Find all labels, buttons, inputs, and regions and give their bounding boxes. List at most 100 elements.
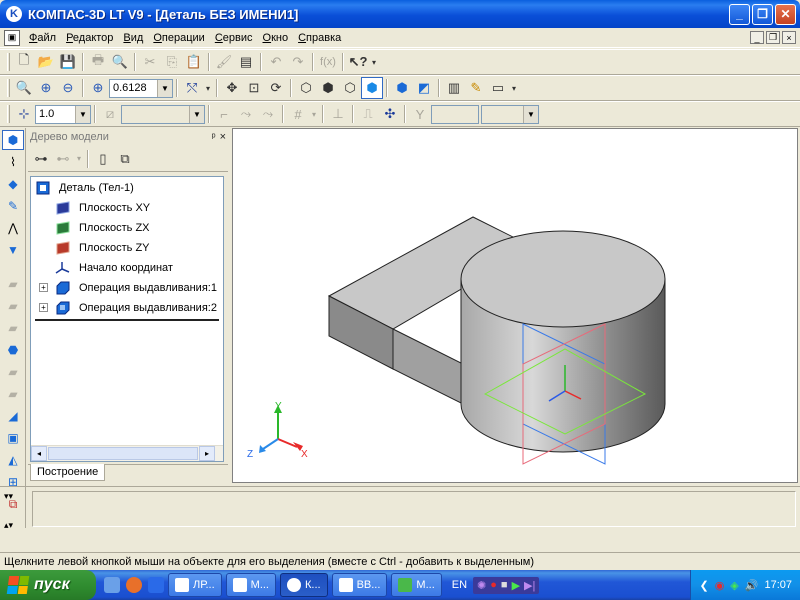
- layer-icon[interactable]: ⧄: [99, 103, 121, 125]
- pan-icon[interactable]: ✥: [221, 77, 243, 99]
- aux-geometry-icon[interactable]: ⋀: [2, 218, 24, 238]
- firefox-icon[interactable]: [126, 577, 142, 593]
- chevron-down-icon[interactable]: ▾: [203, 77, 213, 99]
- tree-structure-icon[interactable]: ⊶: [30, 148, 52, 170]
- cursor-step-icon[interactable]: ⊹: [13, 103, 35, 125]
- x-coord-field[interactable]: [431, 104, 479, 124]
- mdi-close-button[interactable]: ×: [782, 31, 796, 44]
- spatial-curves-icon[interactable]: ⌇: [2, 152, 24, 172]
- stop-icon[interactable]: ■: [501, 579, 508, 591]
- tree-item-plane-xy[interactable]: Плоскость XY: [55, 199, 150, 217]
- perspective-icon[interactable]: ◩: [413, 77, 435, 99]
- start-button[interactable]: пуск: [0, 570, 96, 600]
- shaded-icon[interactable]: ⬢: [361, 77, 383, 99]
- snap-icon[interactable]: ⤳: [235, 103, 257, 125]
- mdi-minimize-button[interactable]: _: [750, 31, 764, 44]
- zoom-window-icon[interactable]: 🔍: [13, 77, 35, 99]
- maximize-button[interactable]: ❐: [752, 3, 773, 25]
- chevron-down-icon[interactable]: ▼: [75, 105, 90, 123]
- pin-icon[interactable]: ᵖ: [212, 132, 216, 143]
- properties-icon[interactable]: ▤: [235, 51, 257, 73]
- mdi-restore-button[interactable]: ❐: [766, 31, 780, 44]
- surfaces-icon[interactable]: ◆: [2, 174, 24, 194]
- taskbar-task[interactable]: ЛР...: [168, 573, 222, 597]
- chevron-down-icon[interactable]: ▼: [523, 105, 538, 123]
- hidden-lines-icon[interactable]: ⬢: [317, 77, 339, 99]
- scroll-right-icon[interactable]: ▸: [199, 446, 215, 461]
- extrude-disabled-icon[interactable]: ▰: [2, 274, 24, 294]
- toolbar-grip[interactable]: [7, 79, 10, 97]
- tree-doc-icon[interactable]: ▯: [92, 148, 114, 170]
- tree-scrollbar[interactable]: ◂ ▸: [31, 445, 223, 461]
- minimize-button[interactable]: _: [729, 3, 750, 25]
- menu-window[interactable]: Окно: [258, 32, 294, 44]
- redo-icon[interactable]: ↷: [287, 51, 309, 73]
- editing-details-icon[interactable]: ⬢: [2, 130, 24, 150]
- zoom-out-icon[interactable]: ⊖: [57, 77, 79, 99]
- close-button[interactable]: ✕: [775, 3, 796, 25]
- help-pointer-icon[interactable]: ↖?: [347, 51, 369, 73]
- taskbar-task[interactable]: ВВ...: [331, 573, 388, 597]
- next-icon[interactable]: ▶|: [524, 579, 535, 592]
- undo-icon[interactable]: ↶: [265, 51, 287, 73]
- polyline-icon[interactable]: ⎍: [357, 103, 379, 125]
- tree-item-extrude-1[interactable]: Операция выдавливания:1: [55, 279, 217, 297]
- document-icon[interactable]: ▣: [4, 29, 20, 46]
- network-icon[interactable]: ◈: [730, 579, 738, 592]
- filter-icon[interactable]: ▼: [2, 240, 24, 260]
- taskbar-task-active[interactable]: К...: [280, 573, 328, 597]
- fillet-icon[interactable]: ◢: [2, 406, 24, 426]
- menu-view[interactable]: Вид: [118, 32, 148, 44]
- shell-icon[interactable]: ▣: [2, 428, 24, 448]
- chevron-down-icon[interactable]: ▾▾: [4, 491, 24, 502]
- expand-icon[interactable]: +: [39, 303, 48, 312]
- tree-view[interactable]: Деталь (Тел-1) Плоскость XY Плоскость ZX…: [30, 176, 224, 462]
- print-preview-icon[interactable]: 🔍: [109, 51, 131, 73]
- menu-help[interactable]: Справка: [293, 32, 346, 44]
- local-cs-icon[interactable]: ⌐: [213, 103, 235, 125]
- grid-icon[interactable]: #: [287, 103, 309, 125]
- chevron-down-icon[interactable]: ▾: [74, 148, 84, 170]
- chevron-down-icon[interactable]: ▼: [189, 105, 204, 123]
- measure-icon[interactable]: ✎: [2, 196, 24, 216]
- media-player-icon[interactable]: [148, 577, 164, 593]
- menu-service[interactable]: Сервис: [210, 32, 258, 44]
- zoom-in-icon[interactable]: ⊕: [35, 77, 57, 99]
- hidden-lines-thin-icon[interactable]: ⬡: [339, 77, 361, 99]
- new-document-icon[interactable]: 🗋: [13, 51, 35, 73]
- shaded-edges-icon[interactable]: ⬢: [391, 77, 413, 99]
- loft-element-icon[interactable]: ▰: [2, 384, 24, 404]
- model-render[interactable]: Y X Z: [233, 129, 797, 482]
- ortho-icon[interactable]: ⊥: [327, 103, 349, 125]
- properties-area[interactable]: [32, 491, 796, 527]
- tree-order-icon[interactable]: ⊷: [52, 148, 74, 170]
- language-indicator[interactable]: EN: [452, 579, 467, 591]
- taskbar-task[interactable]: М...: [391, 573, 442, 597]
- tree-item-plane-zy[interactable]: Плоскость ZY: [55, 239, 150, 257]
- paste-icon[interactable]: 📋: [183, 51, 205, 73]
- layer-combo[interactable]: ▼: [121, 104, 205, 124]
- revolve-disabled-icon[interactable]: ▰: [2, 296, 24, 316]
- chevron-up-icon[interactable]: ▴▾: [4, 520, 24, 531]
- expand-icon[interactable]: +: [39, 283, 48, 292]
- variables-icon[interactable]: f(x): [317, 51, 339, 73]
- tree-item-extrude-2[interactable]: Операция выдавливания:2: [55, 299, 217, 317]
- tree-panel-icon[interactable]: ▥: [443, 77, 465, 99]
- open-folder-icon[interactable]: 📂: [35, 51, 57, 73]
- snap-settings-icon[interactable]: ⤳: [257, 103, 279, 125]
- chevron-down-icon[interactable]: ▾: [309, 103, 319, 125]
- model-viewport[interactable]: Y X Z: [232, 128, 798, 483]
- zoom-scale-icon[interactable]: ⊕: [87, 77, 109, 99]
- panel-side-controls[interactable]: ▾▾ ▴▾: [4, 491, 24, 531]
- tray-expand-icon[interactable]: ❮: [699, 579, 708, 592]
- rotate-icon[interactable]: ⟳: [265, 77, 287, 99]
- chevron-down-icon[interactable]: ▾: [369, 51, 379, 73]
- menu-operations[interactable]: Операции: [148, 32, 209, 44]
- section-icon[interactable]: ◭: [2, 450, 24, 470]
- tree-item-part[interactable]: Деталь (Тел-1): [35, 179, 134, 197]
- scroll-thumb[interactable]: [48, 447, 198, 460]
- chevron-down-icon[interactable]: ▾: [509, 77, 519, 99]
- xy-icon[interactable]: Y: [409, 103, 431, 125]
- tree-item-plane-zx[interactable]: Плоскость ZX: [55, 219, 150, 237]
- kinematic-disabled-icon[interactable]: ▰: [2, 318, 24, 338]
